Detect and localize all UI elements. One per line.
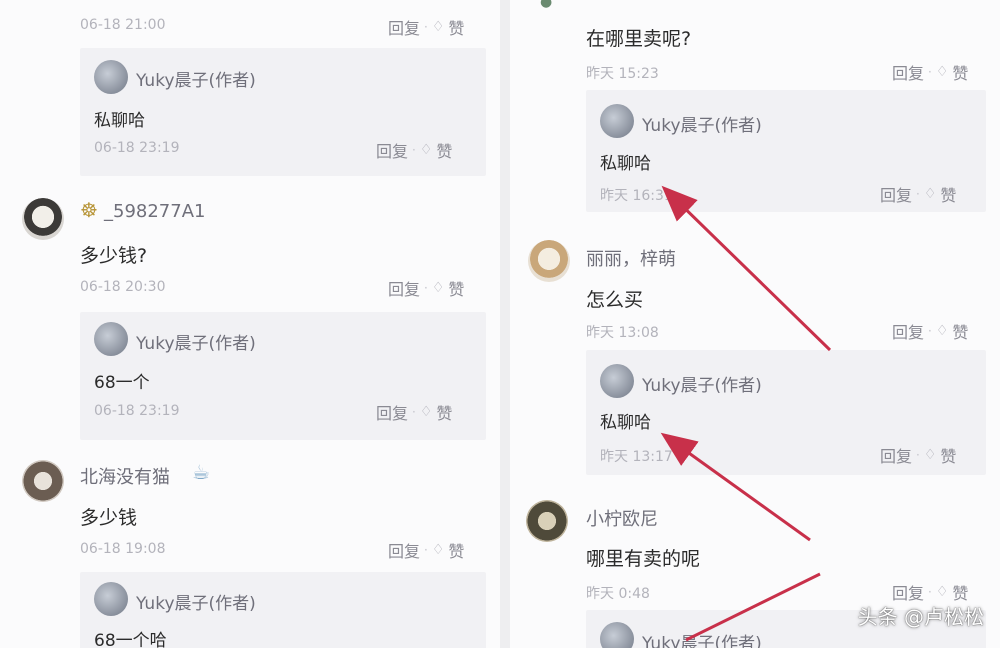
like-button[interactable]: 赞 bbox=[448, 538, 464, 562]
reply-username[interactable]: Yuky晨子(作者) bbox=[642, 371, 762, 396]
comment-date: 06-18 21:00 bbox=[80, 17, 166, 33]
author-avatar[interactable] bbox=[94, 582, 128, 616]
reply-text: 私聊哈 bbox=[600, 413, 651, 433]
author-reply-box: Yuky晨子(作者) 私聊哈 昨天 16:31 回复 · ♢ 赞 bbox=[586, 90, 986, 212]
author-reply-box: Yuky晨子(作者) 私聊哈 06-18 23:19 回复 · ♢ 赞 bbox=[80, 48, 486, 176]
like-button[interactable]: 赞 bbox=[436, 400, 452, 424]
reply-button[interactable]: 回复 bbox=[880, 443, 912, 467]
right-comment-panel: ● 在哪里卖呢? 昨天 15:23 回复 · ♢ 赞 Yuky晨子(作者) 私聊… bbox=[510, 0, 1000, 648]
comment-date: 06-18 20:30 bbox=[80, 279, 166, 295]
comment-text: 多少钱? bbox=[80, 245, 148, 267]
reply-button[interactable]: 回复 bbox=[376, 138, 408, 162]
reply-username[interactable]: Yuky晨子(作者) bbox=[642, 111, 762, 136]
comment-actions: 回复 · ♢ 赞 bbox=[892, 60, 968, 84]
like-icon[interactable]: ♢ bbox=[924, 447, 937, 463]
reply-text: 私聊哈 bbox=[94, 111, 145, 131]
like-icon[interactable]: ♢ bbox=[936, 323, 949, 339]
reply-actions: 回复 · ♢ 赞 bbox=[880, 443, 956, 467]
comment-username[interactable]: 北海没有猫 bbox=[80, 463, 170, 489]
reply-actions: 回复 · ♢ 赞 bbox=[376, 138, 452, 162]
reply-actions: 回复 · ♢ 赞 bbox=[376, 400, 452, 424]
reply-text: 68一个哈 bbox=[94, 631, 167, 648]
reply-actions: 回复 · ♢ 赞 bbox=[880, 182, 956, 206]
comment-text: 在哪里卖呢? bbox=[586, 28, 692, 50]
author-avatar[interactable] bbox=[600, 364, 634, 398]
author-avatar[interactable] bbox=[94, 322, 128, 356]
comment-date: 昨天 15:23 bbox=[586, 66, 659, 82]
author-avatar[interactable] bbox=[94, 60, 128, 94]
reply-button[interactable]: 回复 bbox=[892, 60, 924, 84]
panel-divider bbox=[500, 0, 510, 648]
user-avatar[interactable] bbox=[528, 240, 570, 282]
comment-username[interactable]: 丽丽，梓萌 bbox=[586, 245, 676, 271]
reply-button[interactable]: 回复 bbox=[388, 15, 420, 39]
like-icon[interactable]: ♢ bbox=[936, 584, 949, 600]
like-icon[interactable]: ♢ bbox=[432, 19, 445, 35]
author-avatar[interactable] bbox=[600, 622, 634, 648]
reply-date: 06-18 23:19 bbox=[94, 140, 180, 156]
reply-button[interactable]: 回复 bbox=[388, 276, 420, 300]
like-icon[interactable]: ♢ bbox=[420, 404, 433, 420]
reply-date: 昨天 13:17 bbox=[600, 449, 673, 465]
comment-username[interactable]: _598277A1 bbox=[104, 201, 205, 222]
like-icon[interactable]: ♢ bbox=[420, 142, 433, 158]
watermark: 头条 @卢松松 bbox=[857, 605, 984, 629]
emoji-icon: ☕ bbox=[192, 460, 210, 484]
like-button[interactable]: 赞 bbox=[940, 182, 956, 206]
like-button[interactable]: 赞 bbox=[952, 60, 968, 84]
comment-actions: 回复 · ♢ 赞 bbox=[892, 319, 968, 343]
like-button[interactable]: 赞 bbox=[940, 443, 956, 467]
comment-actions: 回复 · ♢ 赞 bbox=[388, 15, 464, 39]
user-avatar[interactable] bbox=[526, 500, 568, 542]
reply-username[interactable]: Yuky晨子(作者) bbox=[136, 589, 256, 614]
reply-username[interactable]: Yuky晨子(作者) bbox=[136, 66, 256, 91]
reply-username[interactable]: Yuky晨子(作者) bbox=[642, 629, 762, 648]
left-comment-panel: 06-18 21:00 回复 · ♢ 赞 Yuky晨子(作者) 私聊哈 06-1… bbox=[0, 0, 500, 648]
comment-text: 怎么买 bbox=[586, 289, 644, 311]
comment-username[interactable]: 小柠欧尼 bbox=[586, 505, 658, 531]
like-icon[interactable]: ♢ bbox=[924, 186, 937, 202]
like-icon[interactable]: ♢ bbox=[432, 280, 445, 296]
comment-date: 昨天 13:08 bbox=[586, 325, 659, 341]
author-avatar[interactable] bbox=[600, 104, 634, 138]
comment-actions: 回复 · ♢ 赞 bbox=[388, 538, 464, 562]
like-button[interactable]: 赞 bbox=[448, 276, 464, 300]
author-reply-box: Yuky晨子(作者) 私聊哈 昨天 13:17 回复 · ♢ 赞 bbox=[586, 350, 986, 475]
reply-button[interactable]: 回复 bbox=[892, 319, 924, 343]
comment-date: 昨天 0:48 bbox=[586, 586, 650, 602]
reply-date: 昨天 16:31 bbox=[600, 188, 673, 204]
like-button[interactable]: 赞 bbox=[436, 138, 452, 162]
author-reply-box: Yuky晨子(作者) 68一个 06-18 23:19 回复 · ♢ 赞 bbox=[80, 312, 486, 440]
reply-text: 私聊哈 bbox=[600, 154, 651, 174]
comment-text: 多少钱 bbox=[80, 507, 138, 529]
reply-date: 06-18 23:19 bbox=[94, 403, 180, 419]
author-reply-box: Yuky晨子(作者) 68一个哈 bbox=[80, 572, 486, 648]
like-button[interactable]: 赞 bbox=[448, 15, 464, 39]
like-button[interactable]: 赞 bbox=[952, 319, 968, 343]
comment-actions: 回复 · ♢ 赞 bbox=[388, 276, 464, 300]
reply-button[interactable]: 回复 bbox=[388, 538, 420, 562]
reply-text: 68一个 bbox=[94, 373, 150, 393]
comment-text: 哪里有卖的呢 bbox=[586, 548, 701, 570]
reply-button[interactable]: 回复 bbox=[880, 182, 912, 206]
user-avatar[interactable] bbox=[22, 198, 64, 240]
badge-icon: ☸ bbox=[80, 198, 98, 222]
reply-button[interactable]: 回复 bbox=[376, 400, 408, 424]
user-avatar[interactable] bbox=[22, 460, 64, 502]
like-icon[interactable]: ♢ bbox=[936, 64, 949, 80]
like-icon[interactable]: ♢ bbox=[432, 542, 445, 558]
user-avatar-edge: ● bbox=[540, 0, 553, 10]
comment-date: 06-18 19:08 bbox=[80, 541, 166, 557]
reply-username[interactable]: Yuky晨子(作者) bbox=[136, 329, 256, 354]
